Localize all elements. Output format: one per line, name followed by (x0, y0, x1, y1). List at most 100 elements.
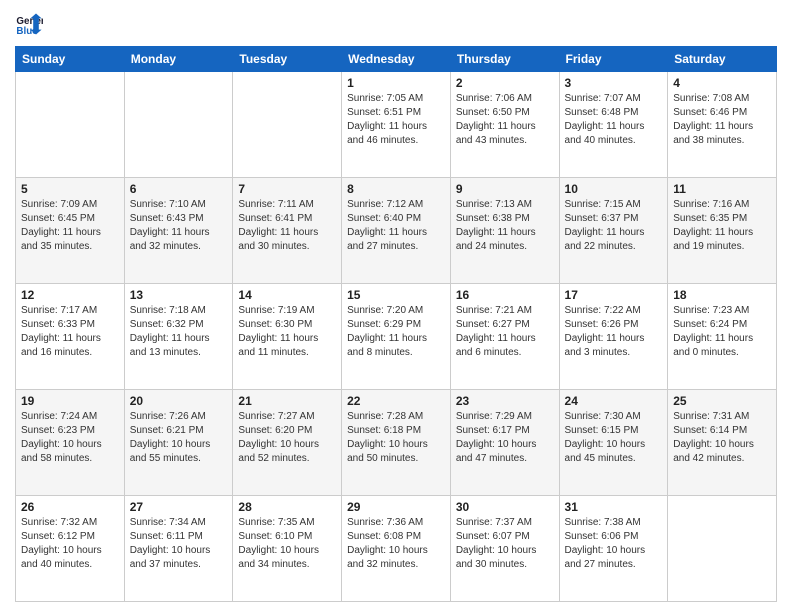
day-info: Sunset: 6:24 PM (673, 318, 771, 332)
day-number: 14 (238, 288, 336, 302)
day-number: 24 (565, 394, 663, 408)
day-info: Daylight: 10 hours and 45 minutes. (565, 438, 663, 466)
day-info: Sunrise: 7:19 AM (238, 304, 336, 318)
day-info: Sunset: 6:14 PM (673, 424, 771, 438)
calendar-cell: 7Sunrise: 7:11 AMSunset: 6:41 PMDaylight… (233, 178, 342, 284)
calendar-cell: 8Sunrise: 7:12 AMSunset: 6:40 PMDaylight… (342, 178, 451, 284)
day-info: Daylight: 10 hours and 52 minutes. (238, 438, 336, 466)
day-info: Daylight: 11 hours and 11 minutes. (238, 332, 336, 360)
day-number: 29 (347, 500, 445, 514)
day-info: Sunset: 6:08 PM (347, 530, 445, 544)
calendar-week-row: 5Sunrise: 7:09 AMSunset: 6:45 PMDaylight… (16, 178, 777, 284)
day-info: Daylight: 10 hours and 50 minutes. (347, 438, 445, 466)
day-number: 5 (21, 182, 119, 196)
day-info: Daylight: 10 hours and 40 minutes. (21, 544, 119, 572)
calendar-cell: 3Sunrise: 7:07 AMSunset: 6:48 PMDaylight… (559, 72, 668, 178)
calendar-cell: 11Sunrise: 7:16 AMSunset: 6:35 PMDayligh… (668, 178, 777, 284)
day-info: Sunrise: 7:17 AM (21, 304, 119, 318)
day-info: Daylight: 11 hours and 13 minutes. (130, 332, 228, 360)
calendar-cell: 6Sunrise: 7:10 AMSunset: 6:43 PMDaylight… (124, 178, 233, 284)
day-info: Sunrise: 7:30 AM (565, 410, 663, 424)
day-info: Sunrise: 7:37 AM (456, 516, 554, 530)
calendar-cell: 17Sunrise: 7:22 AMSunset: 6:26 PMDayligh… (559, 284, 668, 390)
day-info: Daylight: 11 hours and 38 minutes. (673, 120, 771, 148)
day-info: Sunrise: 7:20 AM (347, 304, 445, 318)
day-info: Sunrise: 7:24 AM (21, 410, 119, 424)
day-info: Sunrise: 7:32 AM (21, 516, 119, 530)
day-info: Sunrise: 7:34 AM (130, 516, 228, 530)
day-info: Daylight: 11 hours and 46 minutes. (347, 120, 445, 148)
day-info: Daylight: 10 hours and 58 minutes. (21, 438, 119, 466)
day-number: 6 (130, 182, 228, 196)
day-info: Sunset: 6:29 PM (347, 318, 445, 332)
calendar-cell: 15Sunrise: 7:20 AMSunset: 6:29 PMDayligh… (342, 284, 451, 390)
calendar-cell: 2Sunrise: 7:06 AMSunset: 6:50 PMDaylight… (450, 72, 559, 178)
page-header: General Blue (15, 10, 777, 38)
day-info: Daylight: 11 hours and 6 minutes. (456, 332, 554, 360)
day-info: Sunrise: 7:07 AM (565, 92, 663, 106)
day-info: Sunset: 6:18 PM (347, 424, 445, 438)
day-info: Daylight: 10 hours and 47 minutes. (456, 438, 554, 466)
day-info: Sunrise: 7:08 AM (673, 92, 771, 106)
day-info: Sunrise: 7:27 AM (238, 410, 336, 424)
day-info: Sunset: 6:37 PM (565, 212, 663, 226)
weekday-header-monday: Monday (124, 47, 233, 72)
day-number: 22 (347, 394, 445, 408)
day-number: 25 (673, 394, 771, 408)
day-number: 19 (21, 394, 119, 408)
calendar-cell: 27Sunrise: 7:34 AMSunset: 6:11 PMDayligh… (124, 496, 233, 602)
day-info: Daylight: 10 hours and 32 minutes. (347, 544, 445, 572)
day-info: Sunrise: 7:10 AM (130, 198, 228, 212)
day-info: Daylight: 11 hours and 40 minutes. (565, 120, 663, 148)
calendar-week-row: 12Sunrise: 7:17 AMSunset: 6:33 PMDayligh… (16, 284, 777, 390)
day-info: Sunrise: 7:31 AM (673, 410, 771, 424)
day-number: 16 (456, 288, 554, 302)
day-info: Sunset: 6:06 PM (565, 530, 663, 544)
weekday-header-thursday: Thursday (450, 47, 559, 72)
day-number: 2 (456, 76, 554, 90)
day-info: Daylight: 11 hours and 35 minutes. (21, 226, 119, 254)
day-info: Daylight: 10 hours and 27 minutes. (565, 544, 663, 572)
day-info: Sunset: 6:17 PM (456, 424, 554, 438)
day-info: Sunset: 6:10 PM (238, 530, 336, 544)
day-number: 28 (238, 500, 336, 514)
day-info: Daylight: 11 hours and 19 minutes. (673, 226, 771, 254)
calendar-cell: 16Sunrise: 7:21 AMSunset: 6:27 PMDayligh… (450, 284, 559, 390)
day-number: 15 (347, 288, 445, 302)
calendar-cell: 31Sunrise: 7:38 AMSunset: 6:06 PMDayligh… (559, 496, 668, 602)
day-info: Daylight: 11 hours and 0 minutes. (673, 332, 771, 360)
day-info: Sunrise: 7:35 AM (238, 516, 336, 530)
day-info: Sunrise: 7:16 AM (673, 198, 771, 212)
day-info: Sunrise: 7:18 AM (130, 304, 228, 318)
calendar-cell: 9Sunrise: 7:13 AMSunset: 6:38 PMDaylight… (450, 178, 559, 284)
day-info: Daylight: 11 hours and 32 minutes. (130, 226, 228, 254)
day-number: 9 (456, 182, 554, 196)
day-info: Sunrise: 7:22 AM (565, 304, 663, 318)
calendar-cell: 5Sunrise: 7:09 AMSunset: 6:45 PMDaylight… (16, 178, 125, 284)
calendar-cell: 22 Sunrise: 7:28 AMSunset: 6:18 PMDayligh… (342, 390, 451, 496)
day-info: Sunset: 6:46 PM (673, 106, 771, 120)
day-number: 4 (673, 76, 771, 90)
day-info: Sunrise: 7:06 AM (456, 92, 554, 106)
day-info: Daylight: 10 hours and 30 minutes. (456, 544, 554, 572)
day-info: Daylight: 11 hours and 24 minutes. (456, 226, 554, 254)
calendar-cell: 4 Sunrise: 7:08 AMSunset: 6:46 PMDaylight… (668, 72, 777, 178)
day-info: Sunset: 6:15 PM (565, 424, 663, 438)
day-info: Sunset: 6:07 PM (456, 530, 554, 544)
calendar-week-row: 19Sunrise: 7:24 AMSunset: 6:23 PMDayligh… (16, 390, 777, 496)
calendar-cell: 18Sunrise: 7:23 AMSunset: 6:24 PMDayligh… (668, 284, 777, 390)
day-info: Sunrise: 7:11 AM (238, 198, 336, 212)
day-info: Sunrise: 7:29 AM (456, 410, 554, 424)
day-number: 11 (673, 182, 771, 196)
day-info: Sunset: 6:11 PM (130, 530, 228, 544)
calendar-cell: 13Sunrise: 7:18 AMSunset: 6:32 PMDayligh… (124, 284, 233, 390)
calendar-cell (124, 72, 233, 178)
logo: General Blue (15, 10, 43, 38)
day-info: Sunset: 6:45 PM (21, 212, 119, 226)
day-info: Sunrise: 7:28 AM (347, 410, 445, 424)
calendar-table: SundayMondayTuesdayWednesdayThursdayFrid… (15, 46, 777, 602)
weekday-header-tuesday: Tuesday (233, 47, 342, 72)
day-info: Sunset: 6:38 PM (456, 212, 554, 226)
day-info: Sunset: 6:40 PM (347, 212, 445, 226)
day-number: 31 (565, 500, 663, 514)
